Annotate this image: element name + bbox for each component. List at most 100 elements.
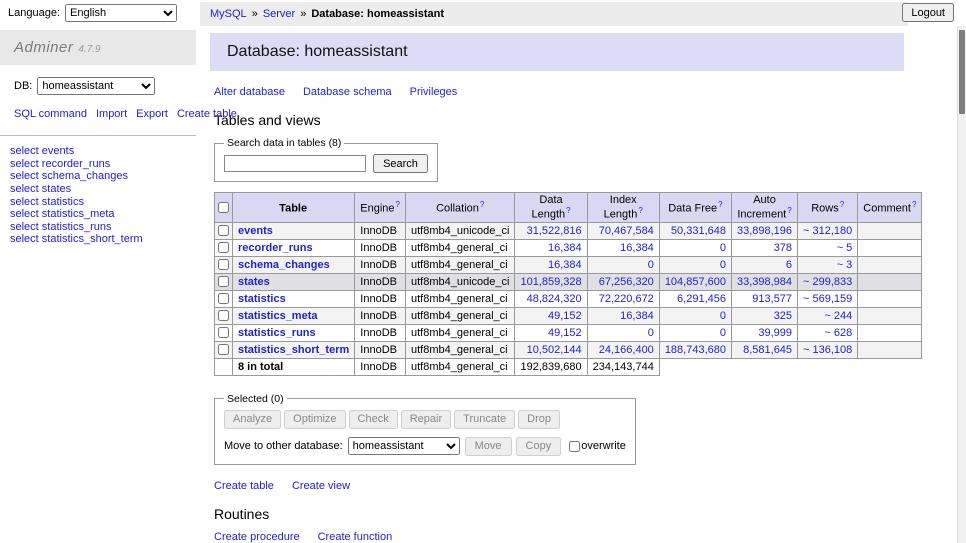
auto-increment-link[interactable]: 325 xyxy=(774,310,792,322)
overwrite-checkbox[interactable] xyxy=(569,441,580,452)
selected-action-button[interactable]: Repair xyxy=(401,410,451,429)
rows-count-link[interactable]: ~ 628 xyxy=(824,327,852,339)
sidebar-table-link[interactable]: select statistics_meta xyxy=(10,208,186,221)
sidebar-action-link[interactable]: SQL command xyxy=(14,108,87,120)
sidebar-table-link[interactable]: select recorder_runs xyxy=(10,158,186,171)
row-select-checkbox[interactable] xyxy=(218,327,229,338)
search-button[interactable]: Search xyxy=(373,154,428,173)
row-select-checkbox[interactable] xyxy=(218,276,229,287)
rows-count-link[interactable]: ~ 312,180 xyxy=(803,225,852,237)
data-length-link[interactable]: 16,384 xyxy=(548,259,582,271)
rows-count-link[interactable]: ~ 3 xyxy=(837,259,853,271)
data-length-link[interactable]: 31,522,816 xyxy=(527,225,582,237)
selected-action-button[interactable]: Drop xyxy=(518,410,560,429)
data-length-link[interactable]: 10,502,144 xyxy=(527,344,582,356)
create-link[interactable]: Create view xyxy=(292,480,350,492)
rows-count-link[interactable]: ~ 244 xyxy=(824,310,852,322)
select-all-checkbox[interactable] xyxy=(218,202,229,213)
data-length-link[interactable]: 49,152 xyxy=(548,327,582,339)
table-name-link[interactable]: events xyxy=(238,225,273,237)
data-free-link[interactable]: 0 xyxy=(720,242,726,254)
selected-action-button[interactable]: Analyze xyxy=(224,410,281,429)
vertical-scrollbar[interactable] xyxy=(957,26,966,543)
scrollbar-thumb[interactable] xyxy=(959,30,965,114)
auto-increment-link[interactable]: 913,577 xyxy=(752,293,792,305)
selected-action-button[interactable]: Check xyxy=(349,410,398,429)
row-select-checkbox[interactable] xyxy=(218,225,229,236)
language-select[interactable]: English xyxy=(65,4,177,22)
db-select[interactable]: homeassistant xyxy=(37,77,155,95)
routine-create-link[interactable]: Create procedure xyxy=(214,531,300,543)
create-link[interactable]: Create table xyxy=(214,480,274,492)
sidebar-table-link[interactable]: select schema_changes xyxy=(10,170,186,183)
breadcrumb-link-server[interactable]: Server xyxy=(263,8,295,20)
index-length-link[interactable]: 0 xyxy=(648,259,654,271)
auto-increment-link[interactable]: 33,398,984 xyxy=(737,276,792,288)
data-free-link[interactable]: 50,331,648 xyxy=(671,225,726,237)
database-nav-link[interactable]: Alter database xyxy=(214,86,285,98)
auto-increment-link[interactable]: 8,581,645 xyxy=(743,344,792,356)
data-free-link[interactable]: 188,743,680 xyxy=(665,344,726,356)
breadcrumb-link-mysql[interactable]: MySQL xyxy=(210,8,247,20)
database-nav-link[interactable]: Privileges xyxy=(410,86,458,98)
selected-action-button[interactable]: Truncate xyxy=(454,410,515,429)
index-length-link[interactable]: 16,384 xyxy=(620,310,654,322)
column-help-link[interactable]: ? xyxy=(396,200,400,209)
sidebar-action-link[interactable]: Create table xyxy=(177,108,237,120)
row-select-checkbox[interactable] xyxy=(218,310,229,321)
data-free-link[interactable]: 104,857,600 xyxy=(665,276,726,288)
data-free-link[interactable]: 0 xyxy=(720,327,726,339)
routine-create-link[interactable]: Create function xyxy=(318,531,393,543)
table-name-link[interactable]: statistics_meta xyxy=(238,310,318,322)
row-select-checkbox[interactable] xyxy=(218,344,229,355)
table-name-link[interactable]: statistics_short_term xyxy=(238,344,349,356)
index-length-link[interactable]: 24,166,400 xyxy=(599,344,654,356)
index-length-link[interactable]: 0 xyxy=(648,327,654,339)
sidebar-table-link[interactable]: select events xyxy=(10,145,186,158)
index-length-link[interactable]: 16,384 xyxy=(620,242,654,254)
index-length-link[interactable]: 72,220,672 xyxy=(599,293,654,305)
row-select-checkbox[interactable] xyxy=(218,293,229,304)
table-name-link[interactable]: statistics xyxy=(238,293,286,305)
search-input[interactable] xyxy=(224,155,366,172)
rows-count-link[interactable]: ~ 299,833 xyxy=(803,276,852,288)
data-length-link[interactable]: 48,824,320 xyxy=(527,293,582,305)
index-length-link[interactable]: 70,467,584 xyxy=(599,225,654,237)
sidebar-table-link[interactable]: select statistics_runs xyxy=(10,221,186,234)
rows-count-link[interactable]: ~ 5 xyxy=(837,242,853,254)
sidebar-table-link[interactable]: select states xyxy=(10,183,186,196)
auto-increment-link[interactable]: 6 xyxy=(786,259,792,271)
sidebar-table-link[interactable]: select statistics xyxy=(10,196,186,209)
sidebar-action-link[interactable]: Import xyxy=(96,108,127,120)
row-select-checkbox[interactable] xyxy=(218,242,229,253)
column-help-link[interactable]: ? xyxy=(787,206,791,215)
data-free-link[interactable]: 0 xyxy=(720,310,726,322)
table-name-link[interactable]: statistics_runs xyxy=(238,327,316,339)
data-length-link[interactable]: 101,859,328 xyxy=(520,276,581,288)
column-help-link[interactable]: ? xyxy=(480,200,484,209)
table-name-link[interactable]: recorder_runs xyxy=(238,242,313,254)
index-length-link[interactable]: 67,256,320 xyxy=(599,276,654,288)
column-help-link[interactable]: ? xyxy=(912,200,916,209)
data-free-link[interactable]: 6,291,456 xyxy=(677,293,726,305)
column-help-link[interactable]: ? xyxy=(566,206,570,215)
rows-count-link[interactable]: ~ 136,108 xyxy=(803,344,852,356)
sidebar-table-link[interactable]: select statistics_short_term xyxy=(10,233,186,246)
sidebar-action-link[interactable]: Export xyxy=(136,108,168,120)
move-db-select[interactable]: homeassistant xyxy=(348,437,460,455)
move-button[interactable]: Move xyxy=(465,437,512,456)
column-help-link[interactable]: ? xyxy=(840,200,844,209)
table-name-link[interactable]: schema_changes xyxy=(238,259,330,271)
data-length-link[interactable]: 16,384 xyxy=(548,242,582,254)
auto-increment-link[interactable]: 33,898,196 xyxy=(737,225,792,237)
data-length-link[interactable]: 49,152 xyxy=(548,310,582,322)
column-help-link[interactable]: ? xyxy=(638,206,642,215)
database-nav-link[interactable]: Database schema xyxy=(303,86,392,98)
auto-increment-link[interactable]: 39,999 xyxy=(758,327,792,339)
data-free-link[interactable]: 0 xyxy=(720,259,726,271)
auto-increment-link[interactable]: 378 xyxy=(774,242,792,254)
logout-button[interactable]: Logout xyxy=(902,3,954,22)
selected-action-button[interactable]: Optimize xyxy=(284,410,345,429)
rows-count-link[interactable]: ~ 569,159 xyxy=(803,293,852,305)
table-name-link[interactable]: states xyxy=(238,276,270,288)
